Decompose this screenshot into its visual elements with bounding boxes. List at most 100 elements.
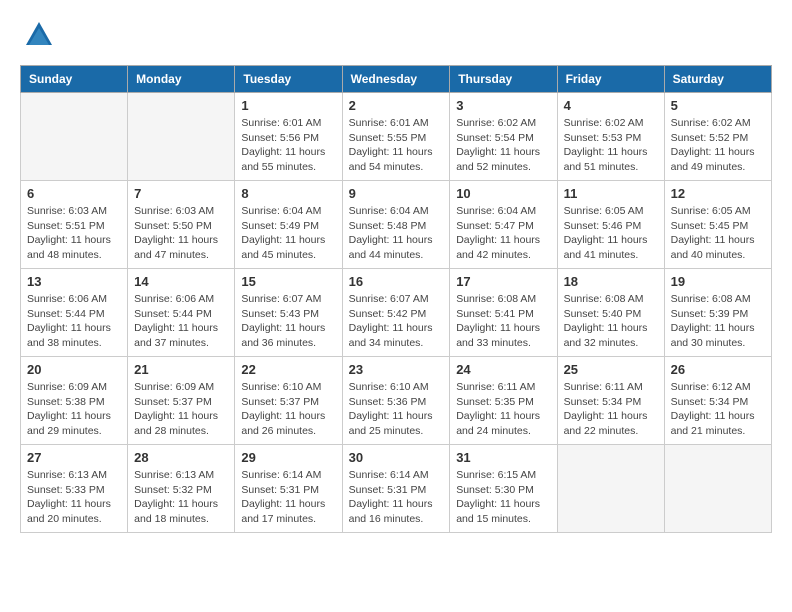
calendar-cell: 10 Sunrise: 6:04 AM Sunset: 5:47 PM Dayli… [450,181,557,269]
day-number: 9 [349,186,444,201]
day-info: Sunrise: 6:12 AM Sunset: 5:34 PM Dayligh… [671,380,765,439]
calendar-cell: 7 Sunrise: 6:03 AM Sunset: 5:50 PM Daylig… [128,181,235,269]
day-number: 4 [564,98,658,113]
week-row-1: 1 Sunrise: 6:01 AM Sunset: 5:56 PM Daylig… [21,93,772,181]
weekday-header-tuesday: Tuesday [235,66,342,93]
day-info: Sunrise: 6:03 AM Sunset: 5:50 PM Dayligh… [134,204,228,263]
day-info: Sunrise: 6:05 AM Sunset: 5:45 PM Dayligh… [671,204,765,263]
day-number: 23 [349,362,444,377]
day-info: Sunrise: 6:15 AM Sunset: 5:30 PM Dayligh… [456,468,550,527]
weekday-header-saturday: Saturday [664,66,771,93]
day-number: 18 [564,274,658,289]
day-info: Sunrise: 6:04 AM Sunset: 5:49 PM Dayligh… [241,204,335,263]
day-number: 26 [671,362,765,377]
day-number: 1 [241,98,335,113]
day-info: Sunrise: 6:07 AM Sunset: 5:42 PM Dayligh… [349,292,444,351]
day-info: Sunrise: 6:08 AM Sunset: 5:41 PM Dayligh… [456,292,550,351]
day-info: Sunrise: 6:03 AM Sunset: 5:51 PM Dayligh… [27,204,121,263]
day-info: Sunrise: 6:13 AM Sunset: 5:33 PM Dayligh… [27,468,121,527]
day-number: 14 [134,274,228,289]
day-info: Sunrise: 6:02 AM Sunset: 5:53 PM Dayligh… [564,116,658,175]
day-info: Sunrise: 6:01 AM Sunset: 5:56 PM Dayligh… [241,116,335,175]
calendar-cell: 4 Sunrise: 6:02 AM Sunset: 5:53 PM Daylig… [557,93,664,181]
calendar-cell: 16 Sunrise: 6:07 AM Sunset: 5:42 PM Dayli… [342,269,450,357]
day-info: Sunrise: 6:11 AM Sunset: 5:34 PM Dayligh… [564,380,658,439]
calendar-cell: 28 Sunrise: 6:13 AM Sunset: 5:32 PM Dayli… [128,445,235,533]
calendar-cell [557,445,664,533]
day-info: Sunrise: 6:10 AM Sunset: 5:37 PM Dayligh… [241,380,335,439]
calendar-cell: 9 Sunrise: 6:04 AM Sunset: 5:48 PM Daylig… [342,181,450,269]
weekday-header-sunday: Sunday [21,66,128,93]
calendar-cell: 14Sunrise: 6:06 AM Sunset: 5:44 PM Dayli… [128,269,235,357]
day-info: Sunrise: 6:02 AM Sunset: 5:54 PM Dayligh… [456,116,550,175]
day-number: 31 [456,450,550,465]
week-row-5: 27 Sunrise: 6:13 AM Sunset: 5:33 PM Dayli… [21,445,772,533]
day-number: 5 [671,98,765,113]
day-number: 12 [671,186,765,201]
week-row-3: 13 Sunrise: 6:06 AM Sunset: 5:44 PM Dayli… [21,269,772,357]
day-info: Sunrise: 6:04 AM Sunset: 5:47 PM Dayligh… [456,204,550,263]
calendar-cell [664,445,771,533]
day-info: Sunrise: 6:13 AM Sunset: 5:32 PM Dayligh… [134,468,228,527]
day-number: 2 [349,98,444,113]
day-info: Sunrise: 6:08 AM Sunset: 5:40 PM Dayligh… [564,292,658,351]
calendar-cell: 18 Sunrise: 6:08 AM Sunset: 5:40 PM Dayli… [557,269,664,357]
calendar-cell: 5 Sunrise: 6:02 AM Sunset: 5:52 PM Daylig… [664,93,771,181]
header [20,20,772,55]
calendar-cell: 23 Sunrise: 6:10 AM Sunset: 5:36 PM Dayli… [342,357,450,445]
day-number: 27 [27,450,121,465]
calendar-cell: 30Sunrise: 6:14 AM Sunset: 5:31 PM Dayli… [342,445,450,533]
day-info: Sunrise: 6:01 AM Sunset: 5:55 PM Dayligh… [349,116,444,175]
calendar-cell: 2 Sunrise: 6:01 AM Sunset: 5:55 PM Daylig… [342,93,450,181]
day-number: 15 [241,274,335,289]
day-info: Sunrise: 6:10 AM Sunset: 5:36 PM Dayligh… [349,380,444,439]
logo [20,20,54,55]
day-number: 19 [671,274,765,289]
calendar-cell: 26 Sunrise: 6:12 AM Sunset: 5:34 PM Dayli… [664,357,771,445]
calendar-cell: 13 Sunrise: 6:06 AM Sunset: 5:44 PM Dayli… [21,269,128,357]
day-number: 17 [456,274,550,289]
day-number: 3 [456,98,550,113]
day-info: Sunrise: 6:06 AM Sunset: 5:44 PM Dayligh… [27,292,121,351]
day-info: Sunrise: 6:07 AM Sunset: 5:43 PM Dayligh… [241,292,335,351]
calendar-cell: 27 Sunrise: 6:13 AM Sunset: 5:33 PM Dayli… [21,445,128,533]
day-number: 7 [134,186,228,201]
day-info: Sunrise: 6:04 AM Sunset: 5:48 PM Dayligh… [349,204,444,263]
weekday-header-monday: Monday [128,66,235,93]
day-number: 10 [456,186,550,201]
week-row-2: 6 Sunrise: 6:03 AM Sunset: 5:51 PM Daylig… [21,181,772,269]
day-number: 28 [134,450,228,465]
weekday-header-row: SundayMondayTuesdayWednesdayThursdayFrid… [21,66,772,93]
day-number: 25 [564,362,658,377]
calendar-cell: 31 Sunrise: 6:15 AM Sunset: 5:30 PM Dayli… [450,445,557,533]
calendar-cell: 12 Sunrise: 6:05 AM Sunset: 5:45 PM Dayli… [664,181,771,269]
day-number: 24 [456,362,550,377]
calendar-cell: 21Sunrise: 6:09 AM Sunset: 5:37 PM Dayli… [128,357,235,445]
logo-icon [24,20,54,50]
calendar-cell: 22Sunrise: 6:10 AM Sunset: 5:37 PM Dayli… [235,357,342,445]
calendar-cell: 3 Sunrise: 6:02 AM Sunset: 5:54 PM Daylig… [450,93,557,181]
day-info: Sunrise: 6:05 AM Sunset: 5:46 PM Dayligh… [564,204,658,263]
calendar-cell: 17 Sunrise: 6:08 AM Sunset: 5:41 PM Dayli… [450,269,557,357]
day-number: 6 [27,186,121,201]
day-number: 13 [27,274,121,289]
calendar-cell [21,93,128,181]
day-info: Sunrise: 6:09 AM Sunset: 5:37 PM Dayligh… [134,380,228,439]
day-info: Sunrise: 6:02 AM Sunset: 5:52 PM Dayligh… [671,116,765,175]
day-number: 8 [241,186,335,201]
calendar-cell: 8 Sunrise: 6:04 AM Sunset: 5:49 PM Daylig… [235,181,342,269]
logo-content [20,20,54,55]
calendar-cell [128,93,235,181]
day-info: Sunrise: 6:08 AM Sunset: 5:39 PM Dayligh… [671,292,765,351]
day-number: 16 [349,274,444,289]
calendar-cell: 29Sunrise: 6:14 AM Sunset: 5:31 PM Dayli… [235,445,342,533]
weekday-header-wednesday: Wednesday [342,66,450,93]
calendar-cell: 1 Sunrise: 6:01 AM Sunset: 5:56 PM Daylig… [235,93,342,181]
day-info: Sunrise: 6:09 AM Sunset: 5:38 PM Dayligh… [27,380,121,439]
calendar-cell: 20Sunrise: 6:09 AM Sunset: 5:38 PM Dayli… [21,357,128,445]
day-info: Sunrise: 6:11 AM Sunset: 5:35 PM Dayligh… [456,380,550,439]
calendar-cell: 25 Sunrise: 6:11 AM Sunset: 5:34 PM Dayli… [557,357,664,445]
day-info: Sunrise: 6:14 AM Sunset: 5:31 PM Dayligh… [349,468,444,527]
calendar: SundayMondayTuesdayWednesdayThursdayFrid… [20,65,772,533]
day-number: 11 [564,186,658,201]
